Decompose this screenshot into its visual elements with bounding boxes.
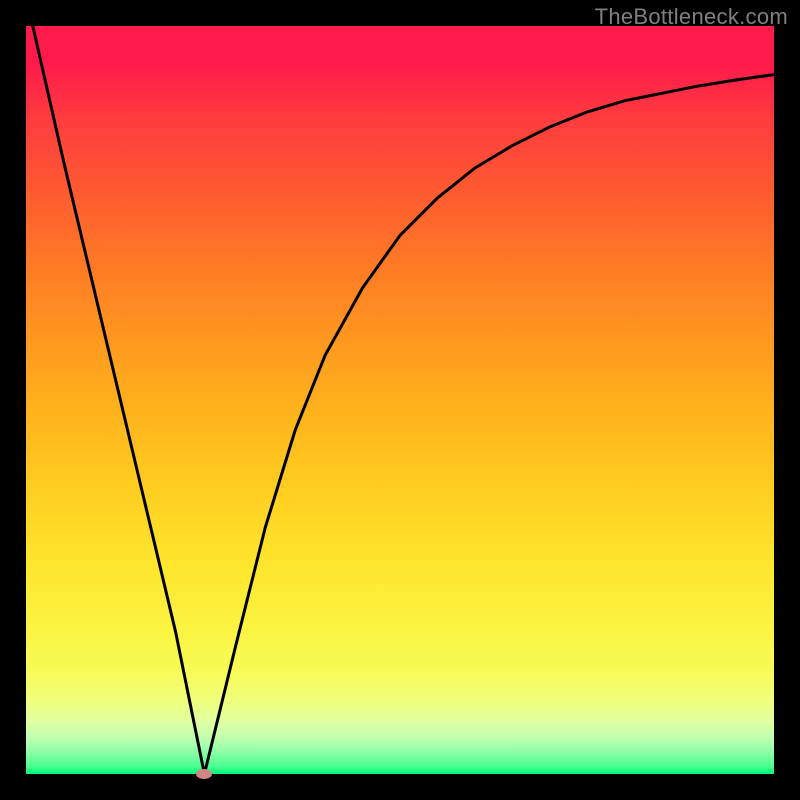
plot-gradient-area [26,26,774,774]
min-point-marker [196,769,212,779]
watermark-text: TheBottleneck.com [595,4,788,30]
chart-frame: TheBottleneck.com [0,0,800,800]
